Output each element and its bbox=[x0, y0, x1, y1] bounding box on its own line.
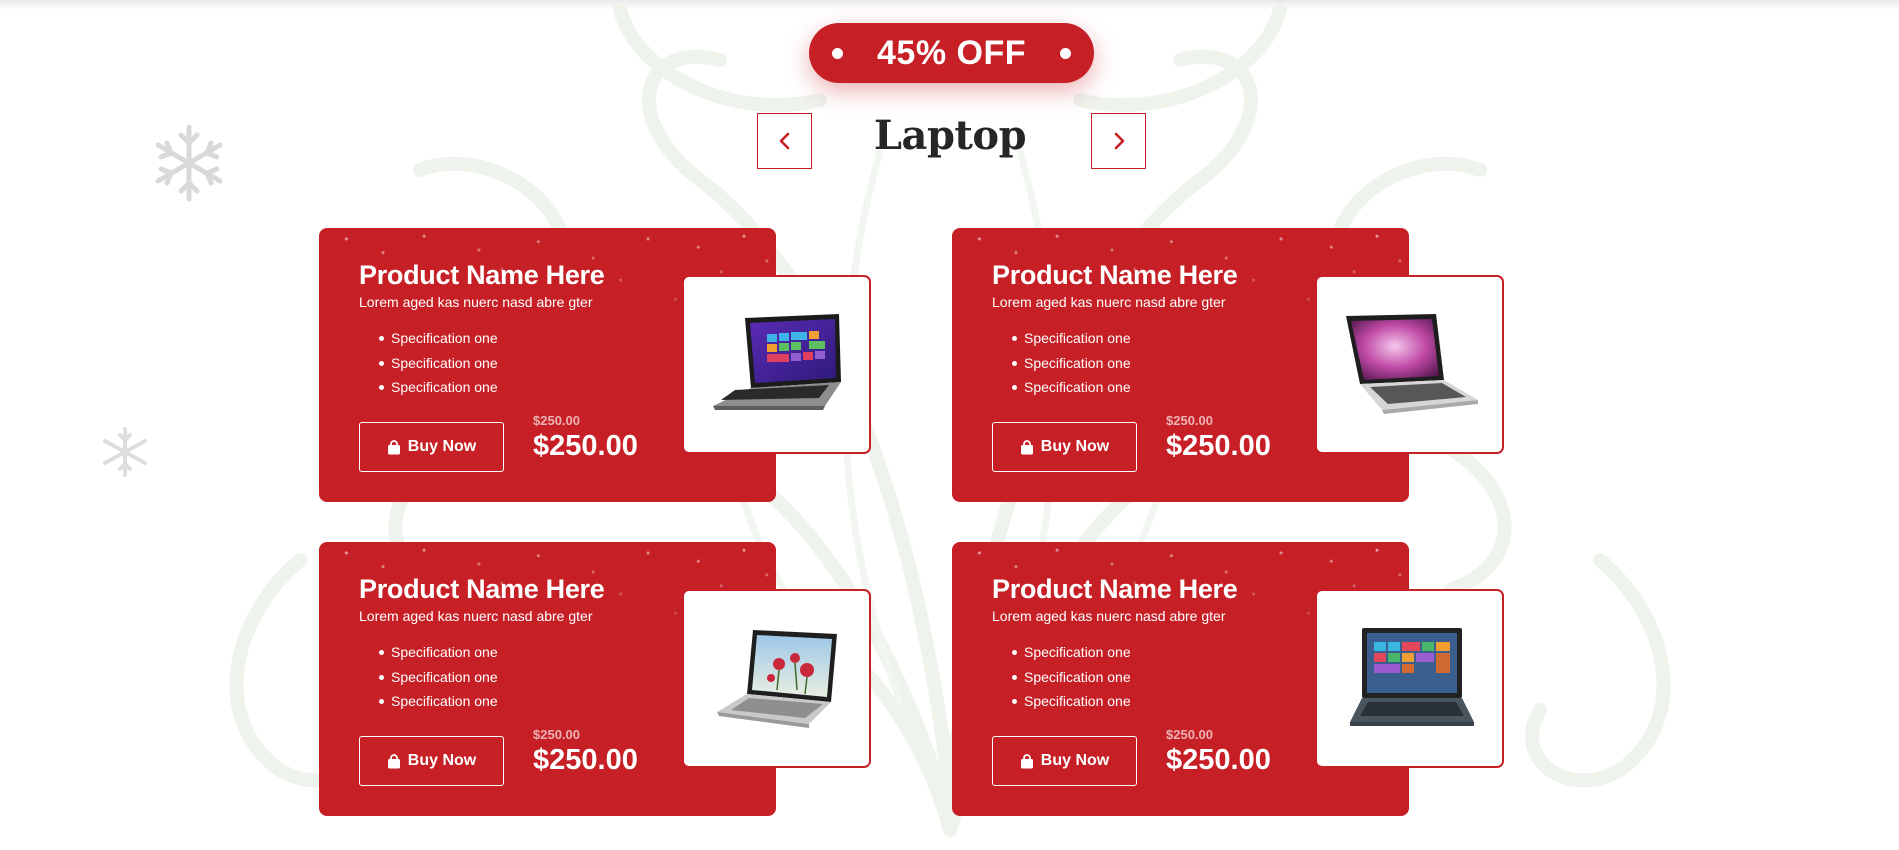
original-price: $250.00 bbox=[533, 413, 580, 428]
discount-badge: 45% OFF bbox=[809, 23, 1094, 83]
spec-item: Specification one bbox=[379, 375, 498, 400]
original-price: $250.00 bbox=[1166, 727, 1213, 742]
laptop-image bbox=[712, 313, 841, 410]
product-description: Lorem aged kas nuerc nasd abre gter bbox=[992, 608, 1226, 624]
product-description: Lorem aged kas nuerc nasd abre gter bbox=[992, 294, 1226, 310]
buy-now-button[interactable]: Buy Now bbox=[992, 736, 1137, 786]
laptop-image bbox=[716, 629, 837, 728]
buy-now-label: Buy Now bbox=[1040, 752, 1110, 769]
original-price: $250.00 bbox=[1166, 413, 1213, 428]
prev-category-button[interactable] bbox=[757, 113, 812, 169]
product-card: Product Name Here Lorem aged kas nuerc n… bbox=[952, 228, 1504, 502]
discount-label: 45% OFF bbox=[877, 33, 1026, 72]
product-image bbox=[682, 275, 871, 454]
spec-item: Specification one bbox=[379, 640, 498, 665]
product-name: Product Name Here bbox=[992, 260, 1238, 290]
product-description: Lorem aged kas nuerc nasd abre gter bbox=[359, 294, 593, 310]
product-name: Product Name Here bbox=[359, 574, 605, 604]
spec-item: Specification one bbox=[1012, 689, 1131, 714]
spec-list: Specification one Specification one Spec… bbox=[379, 640, 498, 714]
spec-item: Specification one bbox=[379, 351, 498, 376]
spec-item: Specification one bbox=[1012, 326, 1131, 351]
spec-list: Specification one Specification one Spec… bbox=[379, 326, 498, 400]
next-category-button[interactable] bbox=[1091, 113, 1146, 169]
spec-item: Specification one bbox=[1012, 351, 1131, 376]
sale-price: $250.00 bbox=[1166, 744, 1271, 776]
badge-dot bbox=[1060, 48, 1071, 59]
spec-item: Specification one bbox=[379, 689, 498, 714]
shopping-bag-icon bbox=[387, 439, 400, 454]
buy-now-label: Buy Now bbox=[407, 752, 477, 769]
original-price: $250.00 bbox=[533, 727, 580, 742]
product-card: Product Name Here Lorem aged kas nuerc n… bbox=[319, 228, 871, 502]
product-card: Product Name Here Lorem aged kas nuerc n… bbox=[952, 542, 1504, 816]
spec-item: Specification one bbox=[379, 665, 498, 690]
buy-now-label: Buy Now bbox=[407, 438, 477, 455]
buy-now-button[interactable]: Buy Now bbox=[359, 736, 504, 786]
spec-item: Specification one bbox=[1012, 375, 1131, 400]
chevron-right-icon bbox=[1114, 132, 1124, 150]
buy-now-label: Buy Now bbox=[1040, 438, 1110, 455]
product-image bbox=[682, 589, 871, 768]
spec-list: Specification one Specification one Spec… bbox=[1012, 326, 1131, 400]
laptop-image bbox=[1345, 313, 1478, 414]
sale-price: $250.00 bbox=[533, 744, 638, 776]
spec-list: Specification one Specification one Spec… bbox=[1012, 640, 1131, 714]
buy-now-button[interactable]: Buy Now bbox=[359, 422, 504, 472]
buy-now-button[interactable]: Buy Now bbox=[992, 422, 1137, 472]
sale-price: $250.00 bbox=[533, 430, 638, 462]
product-image bbox=[1315, 589, 1504, 768]
spec-item: Specification one bbox=[1012, 665, 1131, 690]
shopping-bag-icon bbox=[1020, 753, 1033, 768]
laptop-image bbox=[1349, 627, 1474, 726]
spec-item: Specification one bbox=[379, 326, 498, 351]
product-name: Product Name Here bbox=[359, 260, 605, 290]
snowflake-icon bbox=[155, 124, 223, 202]
snowflake-icon bbox=[103, 427, 147, 477]
sale-price: $250.00 bbox=[1166, 430, 1271, 462]
product-name: Product Name Here bbox=[992, 574, 1238, 604]
product-card: Product Name Here Lorem aged kas nuerc n… bbox=[319, 542, 871, 816]
chevron-left-icon bbox=[779, 132, 789, 150]
category-title: Laptop bbox=[873, 112, 1027, 159]
product-image bbox=[1315, 275, 1504, 454]
shopping-bag-icon bbox=[1020, 439, 1033, 454]
spec-item: Specification one bbox=[1012, 640, 1131, 665]
badge-dot bbox=[832, 48, 843, 59]
product-description: Lorem aged kas nuerc nasd abre gter bbox=[359, 608, 593, 624]
shopping-bag-icon bbox=[387, 753, 400, 768]
